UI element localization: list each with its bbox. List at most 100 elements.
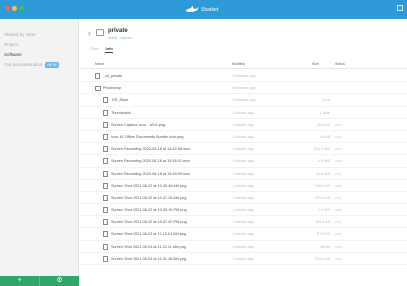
file-size: 1.1 MB	[317, 208, 330, 213]
sidebar-item-label: Our documentation	[4, 62, 43, 67]
file-name: Screen Shot 2021-06-04 at 11.22.11 AM.pn…	[111, 244, 186, 249]
sidebar-item-our-documentation[interactable]: Our documentation NEW	[0, 60, 78, 70]
modified-date: 1 minute ago	[232, 159, 254, 164]
close-window-button[interactable]	[5, 6, 10, 11]
sync-status: only	[335, 232, 342, 237]
file-size: 51.8 MB	[315, 171, 330, 176]
column-header-name[interactable]: Name	[95, 62, 225, 66]
file-name: .DS_Store	[111, 98, 129, 103]
tab-files[interactable]: Files	[90, 46, 98, 53]
minimize-window-button[interactable]	[12, 6, 17, 11]
sidebar-item-project[interactable]: Project	[0, 40, 78, 50]
sidebar-item-label: Software	[4, 52, 22, 57]
sidebar-item-shared-by-jane[interactable]: Shared by Jane	[0, 30, 78, 40]
table-row[interactable]: Screen Shot 2021-06-02 at 10.55.16 PM.pn…	[80, 204, 407, 217]
file-size: 6 kB	[322, 98, 330, 103]
file-icon	[103, 182, 108, 189]
sync-status: only	[335, 183, 342, 188]
table-row[interactable]: _vti_private 3 minutes ago	[80, 70, 407, 83]
column-header-status[interactable]: Status	[335, 62, 345, 66]
file-icon	[103, 255, 108, 262]
table-row[interactable]: Screen Shot 2021-06-04 at 11.22.11 AM.pn…	[80, 241, 407, 253]
sidebar-actions: + ⚙	[0, 276, 79, 286]
add-button[interactable]: +	[0, 276, 39, 286]
sync-status: online · synced	[108, 36, 132, 40]
modified-date: 1 minute ago	[232, 183, 254, 188]
app-name: Sharket	[201, 6, 219, 13]
file-name: Screen Shot 2021-06-02 at 10.55.16 PM.pn…	[111, 208, 187, 213]
shark-logo-icon	[185, 5, 199, 13]
app-logo: Sharket	[185, 3, 218, 16]
file-icon	[103, 97, 108, 104]
folder-icon	[96, 29, 104, 36]
tab-bar: Files Info	[90, 46, 113, 53]
back-button[interactable]: ‹	[88, 29, 91, 38]
file-name: Screen Shot 2021-06-02 at 10.47.28 AM.pn…	[111, 195, 187, 200]
modified-date: 1 minute ago	[232, 195, 254, 200]
file-name: Screen Capture Icon - 1024.png	[111, 122, 166, 127]
file-size: 1 byte	[319, 110, 330, 115]
sync-status: only	[335, 147, 342, 152]
modified-date: 3 minutes ago	[232, 98, 256, 103]
file-size: 291.9 kB	[315, 195, 330, 200]
main-panel: ‹ private online · synced Files Info Nam…	[80, 19, 407, 286]
table-row[interactable]: Screen Shot 2021-06-03 at 11.15.04 AM.pn…	[80, 228, 407, 241]
sync-status: only	[335, 256, 342, 261]
sync-status: only	[335, 159, 342, 164]
table-row[interactable]: Screen Capture Icon - 1024.png 1 minute a…	[80, 119, 407, 131]
modified-date: 1 minute ago	[232, 147, 254, 152]
table-row[interactable]: Screen Shot 2021-06-02 at 10.57.40 PM.pn…	[80, 216, 407, 229]
file-size: 84 kB	[320, 134, 330, 139]
modified-date: 1 minute ago	[232, 122, 254, 127]
table-row[interactable]: Screen Recording 2020-06-18 at 15:18:01.…	[80, 155, 407, 168]
modified-date: 1 minute ago	[232, 171, 254, 176]
table-row[interactable]: Icon 1K Office Documents Bundle Icon.png…	[80, 131, 407, 144]
sidebar-item-software[interactable]: Software	[0, 50, 78, 60]
file-size: 1.8 MB	[317, 159, 330, 164]
modified-date: 1 minute ago	[232, 256, 254, 261]
sync-status: only	[335, 195, 342, 200]
title-bar: Sharket	[0, 0, 407, 19]
new-badge: NEW	[45, 62, 59, 68]
file-icon	[103, 121, 108, 128]
table-row[interactable]: Screen Shot 2021-06-04 at 11.31.48 AM.pn…	[80, 253, 407, 265]
sync-status: only	[335, 244, 342, 249]
column-header-size[interactable]: Size	[312, 62, 319, 66]
file-name: _vti_private	[103, 74, 123, 78]
table-row[interactable]: .DS_Store 3 minutes ago 6 kB	[80, 94, 407, 107]
table-row[interactable]: Screen Shot 2021-06-02 at 10.45.48 AM.pn…	[80, 180, 407, 192]
table-row[interactable]: Thumbnails 1 minute ago 1 byte	[80, 107, 407, 119]
sync-status: only	[335, 171, 342, 176]
table-row[interactable]: Screen Recording 2020-06-18 at 14:42:58.…	[80, 143, 407, 156]
column-header-modified[interactable]: Modified	[232, 62, 292, 66]
file-size: 57.6 kB	[317, 232, 330, 237]
file-size: 48 kB	[320, 244, 330, 249]
file-icon	[103, 207, 108, 214]
table-row[interactable]: Screen Recording 2020-06-18 at 15:39:09.…	[80, 168, 407, 180]
file-name: Screen Shot 2021-06-02 at 10.45.48 AM.pn…	[111, 183, 187, 188]
file-icon	[103, 146, 108, 153]
window-menu-icon[interactable]	[397, 5, 403, 11]
file-icon	[103, 158, 108, 165]
file-icon	[103, 243, 108, 250]
file-name: Screen Recording 2020-06-18 at 15:18:01.…	[111, 159, 191, 164]
file-name: Screen Shot 2021-06-04 at 11.31.48 AM.pn…	[111, 256, 187, 261]
modified-date: 3 minutes ago	[232, 86, 256, 91]
file-size: 246.4 kB	[315, 183, 330, 188]
file-icon	[103, 109, 108, 116]
sync-status: only	[335, 208, 342, 213]
file-name: Screen Shot 2021-06-02 at 10.57.40 PM.pn…	[111, 220, 187, 225]
table-row[interactable]: Photoshop 3 minutes ago	[80, 82, 407, 95]
file-list: _vti_private 3 minutes ago Photoshop 3 minu…	[80, 70, 407, 265]
table-row[interactable]: Screen Shot 2021-06-02 at 10.47.28 AM.pn…	[80, 192, 407, 205]
file-icon	[103, 170, 108, 177]
file-name: Screen Shot 2021-06-03 at 11.15.04 AM.pn…	[111, 232, 187, 237]
file-name: Icon 1K Office Documents Bundle Icon.png	[111, 134, 184, 139]
modified-date: 1 minute ago	[232, 208, 254, 213]
tab-info[interactable]: Info	[105, 46, 113, 53]
file-icon	[103, 219, 108, 226]
zoom-window-button[interactable]	[19, 6, 24, 11]
file-size: 36.6 kB	[317, 122, 330, 127]
sync-status: only	[335, 122, 342, 127]
settings-button[interactable]: ⚙	[39, 276, 79, 286]
